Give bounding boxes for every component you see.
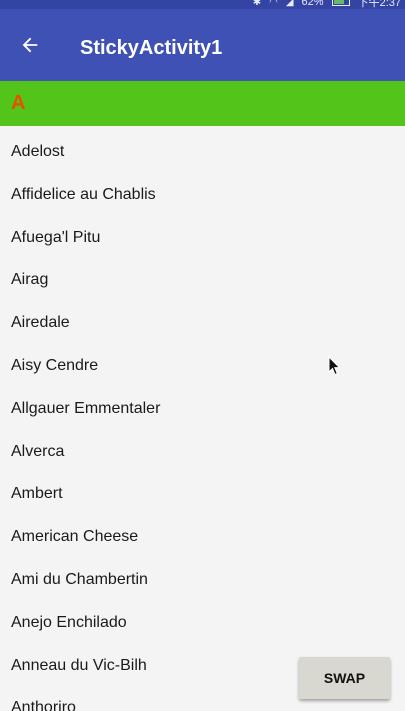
cheese-list[interactable]: Adelost Affidelice au Chablis Afuega'l P… (0, 126, 405, 711)
status-icons: ✱ ◠ ◢ 62% 下午2:37 (253, 0, 401, 9)
list-item[interactable]: Aisy Cendre (0, 340, 405, 383)
page-title: StickyActivity1 (80, 37, 223, 59)
list-item[interactable]: Ambert (0, 468, 405, 511)
list-item[interactable]: Alverca (0, 426, 405, 469)
list-item[interactable]: American Cheese (0, 511, 405, 554)
section-letter: A (11, 92, 26, 114)
list-item[interactable]: Airedale (0, 297, 405, 340)
status-bar: ✱ ◠ ◢ 62% 下午2:37 (0, 0, 405, 9)
sticky-section-header: A (0, 81, 405, 126)
mouse-pointer-icon (328, 356, 341, 376)
list-item[interactable]: Afuega'l Pitu (0, 212, 405, 255)
battery-icon (331, 0, 350, 6)
list-item[interactable]: Allgauer Emmentaler (0, 383, 405, 426)
bluetooth-icon: ✱ (252, 0, 262, 8)
battery-percent: 62% (301, 0, 324, 8)
back-button[interactable] (12, 27, 48, 63)
signal-icon: ◢ (285, 0, 294, 8)
list-item[interactable]: Affidelice au Chablis (0, 169, 405, 212)
arrow-back-icon (22, 37, 38, 53)
list-item[interactable]: Ami du Chambertin (0, 554, 405, 597)
list-item[interactable]: Anejo Enchilado (0, 597, 405, 640)
app-bar: StickyActivity1 (0, 9, 405, 81)
list-item[interactable]: Airag (0, 254, 405, 297)
wifi-icon: ◠ (269, 0, 278, 8)
status-time: 下午2:37 (357, 0, 401, 9)
swap-button[interactable]: SWAP (299, 657, 390, 699)
list-item[interactable]: Adelost (0, 126, 405, 169)
